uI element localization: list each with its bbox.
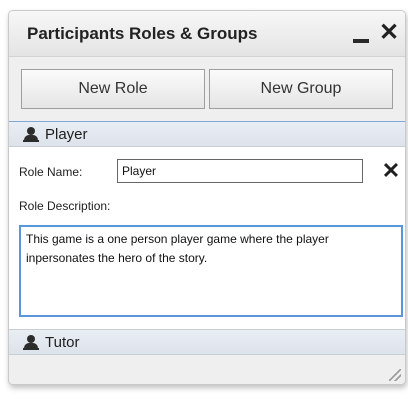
panel-footer [9,355,405,384]
role-description-textarea[interactable]: This game is a one person player game wh… [19,225,403,317]
role-header-label: Player [45,126,88,143]
role-name-input[interactable] [117,159,363,183]
role-details-player: Role Name: ✕ Role Description: This game… [9,147,405,329]
close-button[interactable]: ✕ [377,19,401,47]
role-description-label: Role Description: [19,199,111,213]
minimize-icon [353,39,369,43]
title-bar: Participants Roles & Groups ✕ [9,11,405,57]
role-name-label: Role Name: [19,165,83,179]
close-icon: ✕ [378,19,400,46]
new-role-button[interactable]: New Role [21,69,205,109]
role-header-tutor[interactable]: Tutor [9,329,405,355]
delete-role-button[interactable]: ✕ [381,159,401,183]
minimize-button[interactable] [351,23,373,45]
role-header-player[interactable]: Player [9,121,405,147]
new-group-button[interactable]: New Group [209,69,393,109]
role-header-label: Tutor [45,334,80,351]
close-icon: ✕ [381,158,401,183]
participants-roles-groups-panel: Participants Roles & Groups ✕ New Role N… [8,10,406,385]
panel-title: Participants Roles & Groups [27,24,258,43]
person-icon [23,127,39,142]
person-icon [23,335,39,350]
resize-grip-icon[interactable] [389,369,401,381]
